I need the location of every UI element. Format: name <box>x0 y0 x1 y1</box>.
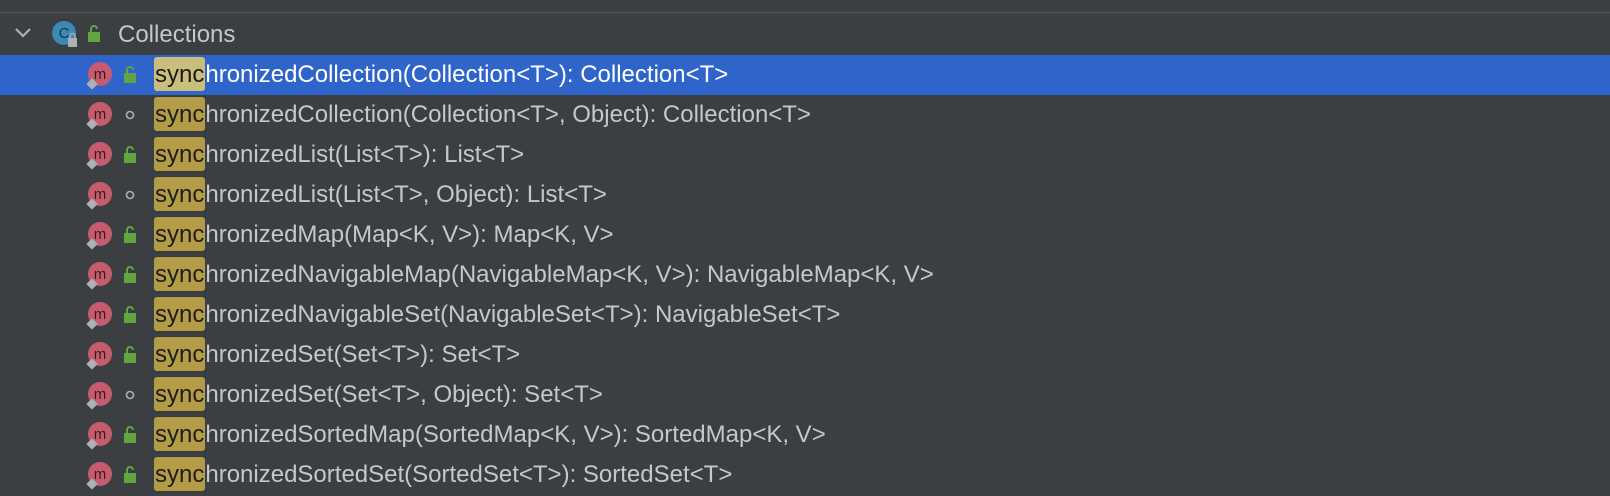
method-icon: m <box>86 102 112 130</box>
method-icon: m <box>86 182 112 210</box>
method-signature: synchronizedSet(Set<T>): Set<T> <box>154 335 520 375</box>
chevron-down-icon[interactable] <box>13 23 33 43</box>
search-match-highlight: sync <box>154 97 206 131</box>
method-signature-rest: hronizedSortedMap(SortedMap<K, V>): Sort… <box>205 421 826 448</box>
method-signature-rest: hronizedSortedSet(SortedSet<T>): SortedS… <box>205 461 733 488</box>
search-match-highlight: sync <box>154 137 206 171</box>
method-signature: synchronizedSortedSet(SortedSet<T>): Sor… <box>154 455 732 495</box>
public-lock-icon <box>124 466 136 483</box>
svg-text:m: m <box>94 146 107 163</box>
class-label: Collections <box>118 21 236 48</box>
search-match-highlight: sync <box>154 57 206 91</box>
svg-text:C: C <box>59 25 70 42</box>
tree-node-method[interactable]: m synchronizedMap(Map<K, V>): Map<K, V> <box>0 215 1610 255</box>
method-icon: m <box>86 62 112 90</box>
method-signature: synchronizedCollection(Collection<T>, Ob… <box>154 95 811 135</box>
search-match-highlight: sync <box>154 297 206 331</box>
svg-text:m: m <box>94 106 107 123</box>
svg-text:m: m <box>94 226 107 243</box>
tree-node-method[interactable]: m synchronizedCollection(Collection<T>, O… <box>0 95 1610 135</box>
tree-node-method[interactable]: m synchronizedList(List<T>): List<T> <box>0 135 1610 175</box>
tree-node-method[interactable]: m synchronizedCollection(Collection<T>): … <box>0 55 1610 95</box>
method-icon: m <box>86 142 112 170</box>
svg-text:m: m <box>94 346 107 363</box>
method-icon: m <box>86 342 112 370</box>
tree-node-method[interactable]: m synchronizedSet(Set<T>, Object): Set<T> <box>0 375 1610 415</box>
search-match-highlight: sync <box>154 257 206 291</box>
method-signature-rest: hronizedSet(Set<T>): Set<T> <box>205 341 521 368</box>
method-signature-rest: hronizedNavigableSet(NavigableSet<T>): N… <box>205 301 841 328</box>
method-signature-rest: hronizedList(List<T>, Object): List<T> <box>205 181 607 208</box>
public-lock-icon <box>124 146 136 163</box>
top-divider <box>0 12 1610 13</box>
tree-node-class[interactable]: C Collections <box>0 15 1610 55</box>
tree-node-method[interactable]: m synchronizedNavigableSet(NavigableSet<T… <box>0 295 1610 335</box>
tree-node-method[interactable]: m synchronizedSortedMap(SortedMap<K, V>):… <box>0 415 1610 455</box>
method-icon: m <box>86 302 112 330</box>
public-lock-icon <box>124 306 136 323</box>
search-match-highlight: sync <box>154 177 206 211</box>
package-private-icon <box>125 110 135 120</box>
method-signature-rest: hronizedList(List<T>): List<T> <box>205 141 525 168</box>
method-icon: m <box>86 222 112 250</box>
tree-node-method[interactable]: m synchronizedSet(Set<T>): Set<T> <box>0 335 1610 375</box>
svg-text:m: m <box>94 266 107 283</box>
method-icon: m <box>86 422 112 450</box>
package-private-icon <box>125 390 135 400</box>
search-match-highlight: sync <box>154 417 206 451</box>
public-lock-icon <box>88 25 100 42</box>
method-signature: synchronizedSet(Set<T>, Object): Set<T> <box>154 375 603 415</box>
svg-text:m: m <box>94 66 107 83</box>
method-signature: synchronizedCollection(Collection<T>): C… <box>154 55 728 95</box>
method-icon: m <box>86 462 112 490</box>
method-signature-rest: hronizedNavigableMap(NavigableMap<K, V>)… <box>205 261 934 288</box>
structure-tree: C Collections m synchronizedCollection(Co… <box>0 15 1610 495</box>
method-signature: synchronizedList(List<T>, Object): List<… <box>154 175 607 215</box>
method-icon: m <box>86 382 112 410</box>
method-signature: synchronizedNavigableSet(NavigableSet<T>… <box>154 295 840 335</box>
tree-node-method[interactable]: m synchronizedList(List<T>, Object): List… <box>0 175 1610 215</box>
public-lock-icon <box>124 426 136 443</box>
search-match-highlight: sync <box>154 337 206 371</box>
method-signature-rest: hronizedCollection(Collection<T>): Colle… <box>205 61 729 88</box>
svg-text:m: m <box>94 186 107 203</box>
public-lock-icon <box>124 266 136 283</box>
package-private-icon <box>125 190 135 200</box>
method-signature-rest: hronizedMap(Map<K, V>): Map<K, V> <box>205 221 614 248</box>
method-list: m synchronizedCollection(Collection<T>): … <box>0 55 1610 495</box>
svg-text:m: m <box>94 386 107 403</box>
method-icon: m <box>86 262 112 290</box>
svg-text:m: m <box>94 426 107 443</box>
method-signature: synchronizedList(List<T>): List<T> <box>154 135 524 175</box>
method-signature: synchronizedNavigableMap(NavigableMap<K,… <box>154 255 934 295</box>
search-match-highlight: sync <box>154 217 206 251</box>
method-signature: synchronizedMap(Map<K, V>): Map<K, V> <box>154 215 614 255</box>
public-lock-icon <box>124 226 136 243</box>
method-signature-rest: hronizedSet(Set<T>, Object): Set<T> <box>205 381 603 408</box>
svg-text:m: m <box>94 466 107 483</box>
svg-text:m: m <box>94 306 107 323</box>
method-signature-rest: hronizedCollection(Collection<T>, Object… <box>205 101 811 128</box>
search-match-highlight: sync <box>154 377 206 411</box>
method-signature: synchronizedSortedMap(SortedMap<K, V>): … <box>154 415 826 455</box>
class-icon: C <box>52 21 77 47</box>
public-lock-icon <box>124 66 136 83</box>
tree-node-method[interactable]: m synchronizedNavigableMap(NavigableMap<K… <box>0 255 1610 295</box>
search-match-highlight: sync <box>154 457 206 491</box>
tree-node-method[interactable]: m synchronizedSortedSet(SortedSet<T>): So… <box>0 455 1610 495</box>
public-lock-icon <box>124 346 136 363</box>
